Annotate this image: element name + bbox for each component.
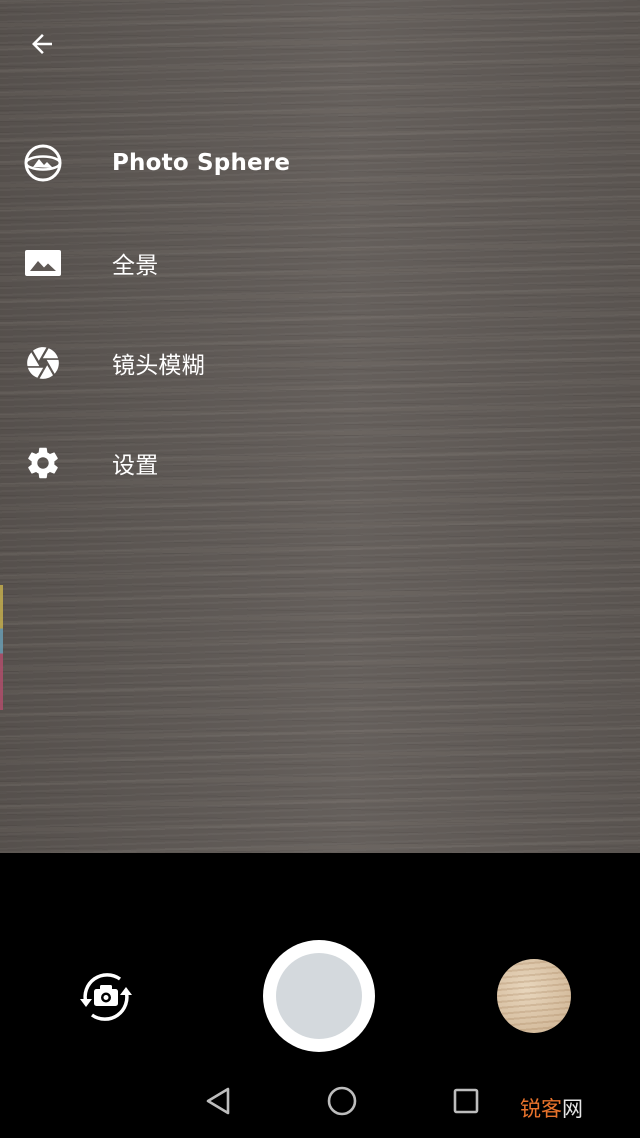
nav-recent-button[interactable] [446, 1081, 486, 1121]
watermark-part2: 网 [562, 1097, 583, 1121]
nav-back-button[interactable] [198, 1081, 238, 1121]
camera-mode-menu: Photo Sphere 全景 镜头模糊 设置 [0, 113, 640, 513]
menu-item-lens-blur[interactable]: 镜头模糊 [0, 313, 640, 413]
menu-item-label: 镜头模糊 [112, 353, 205, 379]
last-photo-thumbnail[interactable] [497, 959, 571, 1033]
switch-camera-icon [80, 973, 132, 1021]
camera-controls-bar [0, 853, 640, 1053]
menu-item-panorama[interactable]: 全景 [0, 213, 640, 313]
shutter-inner [276, 953, 362, 1039]
camera-screen: Photo Sphere 全景 镜头模糊 设置 锐客网 [0, 0, 640, 1138]
shutter-button[interactable] [263, 940, 375, 1052]
arrow-left-icon [32, 34, 52, 54]
menu-item-label: 全景 [112, 253, 159, 279]
gear-icon [22, 442, 64, 484]
menu-item-label: Photo Sphere [112, 150, 291, 176]
photo-sphere-icon [22, 142, 64, 184]
nav-home-circle-icon [327, 1086, 357, 1116]
nav-back-triangle-icon [206, 1087, 230, 1115]
menu-item-photo-sphere[interactable]: Photo Sphere [0, 113, 640, 213]
nav-recent-square-icon [453, 1088, 479, 1114]
switch-camera-button[interactable] [72, 963, 140, 1031]
back-button[interactable] [20, 24, 64, 64]
navigation-bar: 锐客网 [0, 1053, 640, 1138]
camera-viewfinder[interactable]: Photo Sphere 全景 镜头模糊 设置 [0, 0, 640, 853]
panorama-icon [22, 242, 64, 284]
viewfinder-edge-colors [0, 585, 3, 710]
watermark-part1: 锐客 [520, 1097, 562, 1121]
lens-blur-icon [22, 342, 64, 384]
menu-item-settings[interactable]: 设置 [0, 413, 640, 513]
nav-home-button[interactable] [322, 1081, 362, 1121]
menu-item-label: 设置 [112, 453, 159, 479]
watermark: 锐客网 [520, 1093, 583, 1123]
